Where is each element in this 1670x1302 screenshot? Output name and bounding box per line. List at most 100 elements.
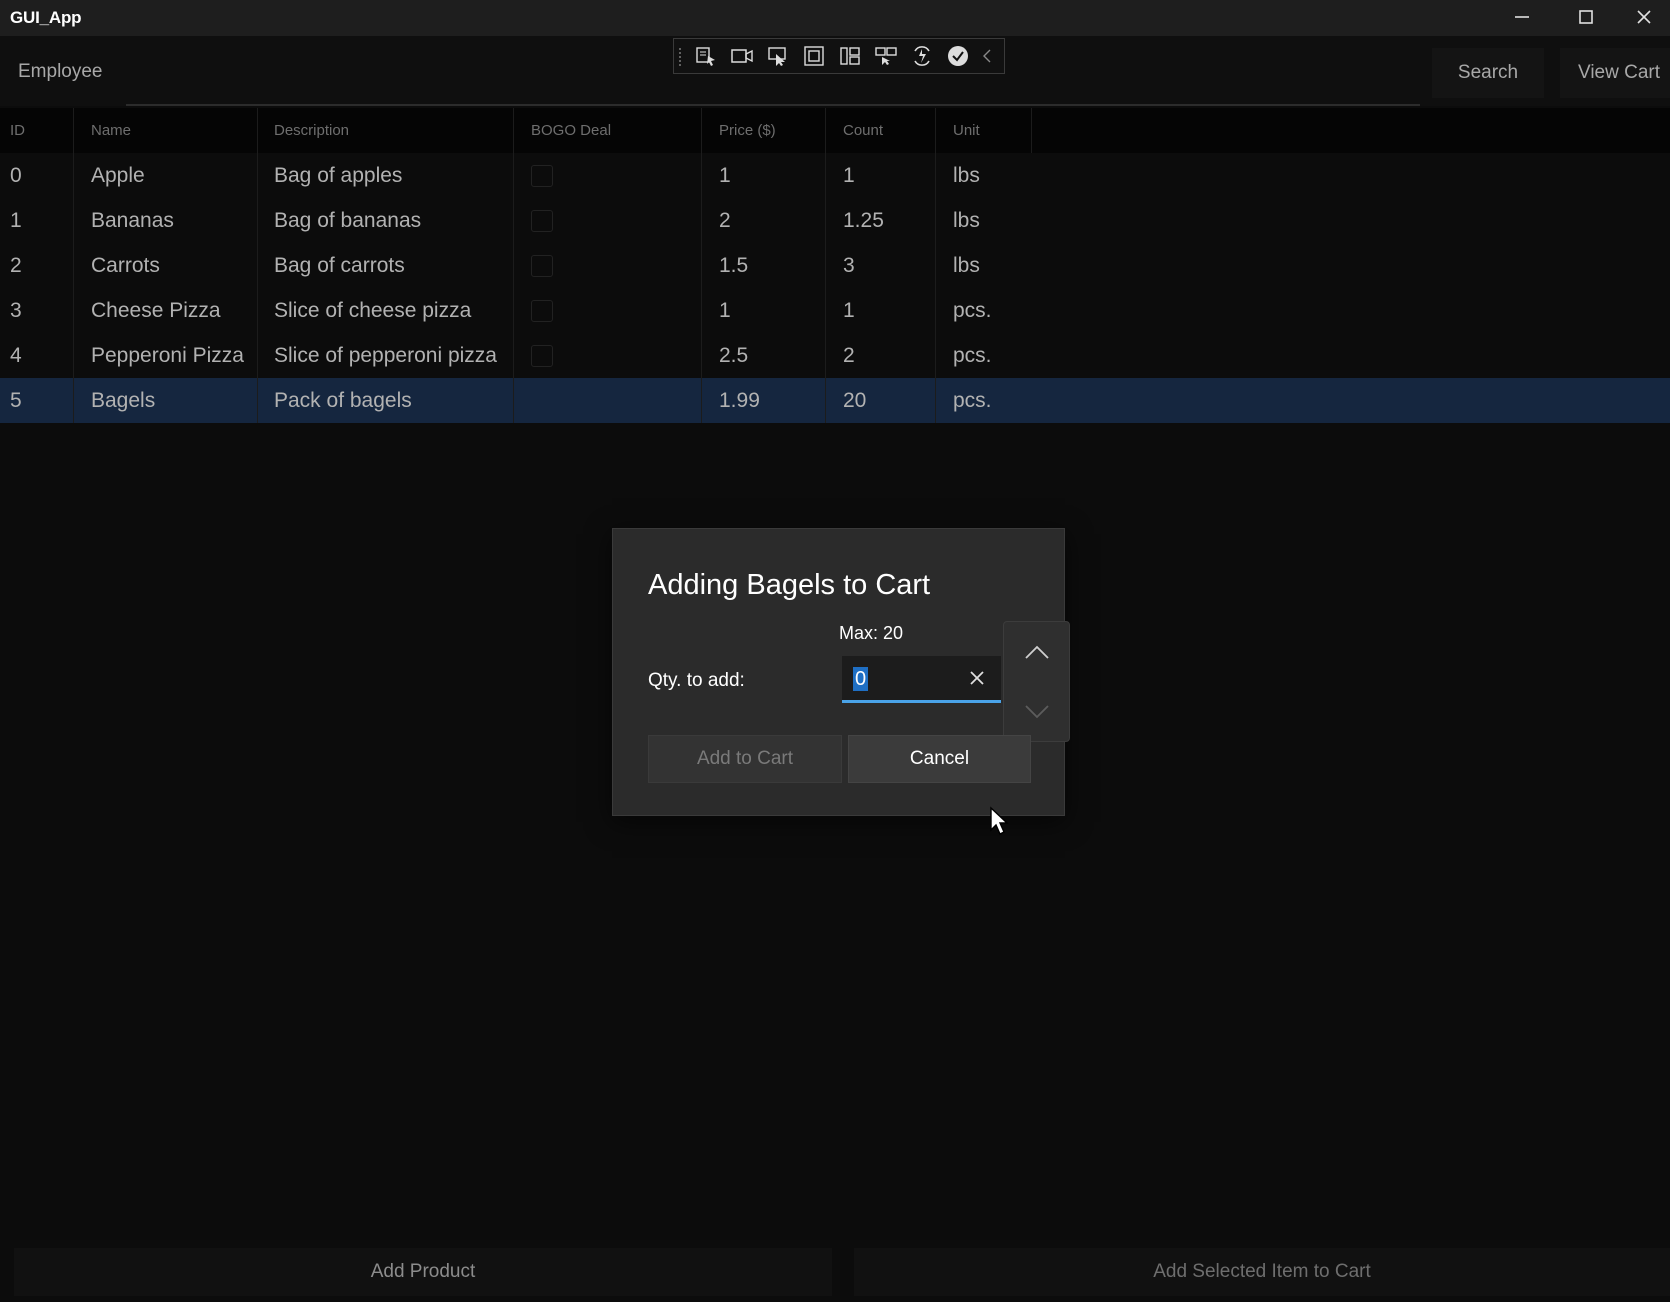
clear-icon bbox=[970, 671, 984, 685]
cell-id: 4 bbox=[0, 333, 74, 378]
dialog-title: Adding Bagels to Cart bbox=[648, 569, 931, 601]
table-row[interactable]: 2 Carrots Bag of carrots 1.5 3 lbs bbox=[0, 243, 1670, 288]
layout-adorner-button[interactable] bbox=[796, 39, 832, 73]
cell-name: Carrots bbox=[74, 243, 258, 288]
cancel-button[interactable]: Cancel bbox=[848, 735, 1031, 783]
header-description[interactable]: Description bbox=[258, 108, 514, 153]
bogo-checkbox[interactable] bbox=[531, 344, 553, 367]
window-title: GUI_App bbox=[10, 8, 82, 27]
products-table: ID Name Description BOGO Deal Price ($) … bbox=[0, 108, 1670, 423]
cell-price: 2.5 bbox=[702, 333, 826, 378]
display-layout-button[interactable] bbox=[868, 39, 904, 73]
max-quantity-label: Max: 20 bbox=[839, 623, 904, 643]
binding-status-button[interactable] bbox=[940, 39, 976, 73]
collapse-toolbar-button[interactable] bbox=[976, 39, 998, 73]
title-bar: GUI_App bbox=[0, 0, 1670, 36]
table-row-selected[interactable]: 5 Bagels Pack of bagels 1.99 20 pcs. bbox=[0, 378, 1670, 423]
cell-description: Slice of cheese pizza bbox=[258, 288, 514, 333]
add-product-button[interactable]: Add Product bbox=[14, 1248, 832, 1296]
cell-count: 20 bbox=[826, 378, 936, 423]
cell-price: 1 bbox=[702, 153, 826, 198]
employee-button[interactable]: Employee bbox=[8, 54, 112, 90]
table-row[interactable]: 0 Apple Bag of apples 1 1 lbs bbox=[0, 153, 1670, 198]
cell-id: 0 bbox=[0, 153, 74, 198]
cell-name: Cheese Pizza bbox=[74, 288, 258, 333]
table-header: ID Name Description BOGO Deal Price ($) … bbox=[0, 108, 1670, 153]
cell-description: Bag of apples bbox=[258, 153, 514, 198]
bogo-checkbox[interactable] bbox=[531, 164, 553, 187]
header-unit[interactable]: Unit bbox=[936, 108, 1032, 153]
cell-bogo bbox=[514, 378, 702, 423]
header-price[interactable]: Price ($) bbox=[702, 108, 826, 153]
maximize-button[interactable] bbox=[1554, 0, 1618, 34]
chevron-up-icon bbox=[1024, 645, 1049, 659]
cell-unit: lbs bbox=[953, 163, 980, 187]
hot-reload-button[interactable] bbox=[904, 39, 940, 73]
minimize-icon bbox=[1515, 16, 1529, 18]
cell-description: Bag of carrots bbox=[258, 243, 514, 288]
record-icon bbox=[731, 49, 753, 63]
header-name[interactable]: Name bbox=[74, 108, 258, 153]
cell-unit: lbs bbox=[953, 253, 980, 277]
cell-count: 2 bbox=[826, 333, 936, 378]
header-bogo[interactable]: BOGO Deal bbox=[514, 108, 702, 153]
cell-price: 2 bbox=[702, 198, 826, 243]
add-selected-to-cart-button[interactable]: Add Selected Item to Cart bbox=[854, 1248, 1670, 1296]
maximize-icon bbox=[1579, 10, 1593, 24]
close-icon bbox=[1637, 10, 1651, 24]
record-button[interactable] bbox=[724, 39, 760, 73]
cell-id: 5 bbox=[0, 378, 74, 423]
cell-bogo bbox=[514, 243, 702, 288]
cell-bogo bbox=[514, 153, 702, 198]
header-id[interactable]: ID bbox=[0, 108, 74, 153]
cell-unit: lbs bbox=[953, 208, 980, 232]
cell-name: Bananas bbox=[74, 198, 258, 243]
mouse-cursor-icon bbox=[990, 806, 1009, 835]
pointer-select-icon bbox=[768, 47, 786, 66]
clear-input-button[interactable] bbox=[963, 664, 991, 692]
toolbar-grip[interactable] bbox=[678, 47, 683, 67]
select-element-button[interactable] bbox=[688, 39, 724, 73]
cell-bogo bbox=[514, 288, 702, 333]
table-row[interactable]: 4 Pepperoni Pizza Slice of pepperoni piz… bbox=[0, 333, 1670, 378]
cell-id: 3 bbox=[0, 288, 74, 333]
cell-id: 1 bbox=[0, 198, 74, 243]
add-to-cart-button[interactable]: Add to Cart bbox=[648, 735, 842, 783]
cell-name: Pepperoni Pizza bbox=[74, 333, 258, 378]
track-focus-button[interactable] bbox=[832, 39, 868, 73]
bogo-checkbox[interactable] bbox=[531, 254, 553, 277]
cell-price: 1 bbox=[702, 288, 826, 333]
cell-count: 1 bbox=[826, 153, 936, 198]
cell-count: 1 bbox=[826, 288, 936, 333]
bogo-checkbox[interactable] bbox=[531, 209, 553, 232]
cell-bogo bbox=[514, 333, 702, 378]
cell-price: 1.5 bbox=[702, 243, 826, 288]
track-focus-icon bbox=[840, 47, 860, 65]
decrement-button[interactable] bbox=[1004, 682, 1069, 742]
cell-count: 1.25 bbox=[826, 198, 936, 243]
table-row[interactable]: 1 Bananas Bag of bananas 2 1.25 lbs bbox=[0, 198, 1670, 243]
minimize-button[interactable] bbox=[1490, 0, 1554, 34]
cell-name: Apple bbox=[74, 153, 258, 198]
layout-adorner-icon bbox=[804, 46, 824, 66]
cell-description: Pack of bagels bbox=[258, 378, 514, 423]
quantity-input[interactable]: 0 bbox=[842, 656, 1001, 703]
quantity-label: Qty. to add: bbox=[648, 670, 745, 691]
cell-description: Bag of bananas bbox=[258, 198, 514, 243]
increment-button[interactable] bbox=[1004, 622, 1069, 682]
cell-count: 3 bbox=[826, 243, 936, 288]
bogo-checkbox[interactable] bbox=[531, 299, 553, 322]
header-count[interactable]: Count bbox=[826, 108, 936, 153]
table-row[interactable]: 3 Cheese Pizza Slice of cheese pizza 1 1… bbox=[0, 288, 1670, 333]
pointer-select-button[interactable] bbox=[760, 39, 796, 73]
quantity-stepper bbox=[1003, 621, 1070, 742]
chevron-down-icon bbox=[1024, 705, 1049, 719]
cell-id: 2 bbox=[0, 243, 74, 288]
cell-unit: pcs. bbox=[953, 388, 992, 412]
add-to-cart-dialog: Adding Bagels to Cart Max: 20 Qty. to ad… bbox=[612, 528, 1070, 816]
cell-price: 1.99 bbox=[702, 378, 826, 423]
quantity-value: 0 bbox=[853, 667, 869, 691]
search-button[interactable]: Search bbox=[1432, 48, 1544, 98]
view-cart-button[interactable]: View Cart bbox=[1560, 48, 1670, 98]
close-button[interactable] bbox=[1618, 0, 1670, 34]
